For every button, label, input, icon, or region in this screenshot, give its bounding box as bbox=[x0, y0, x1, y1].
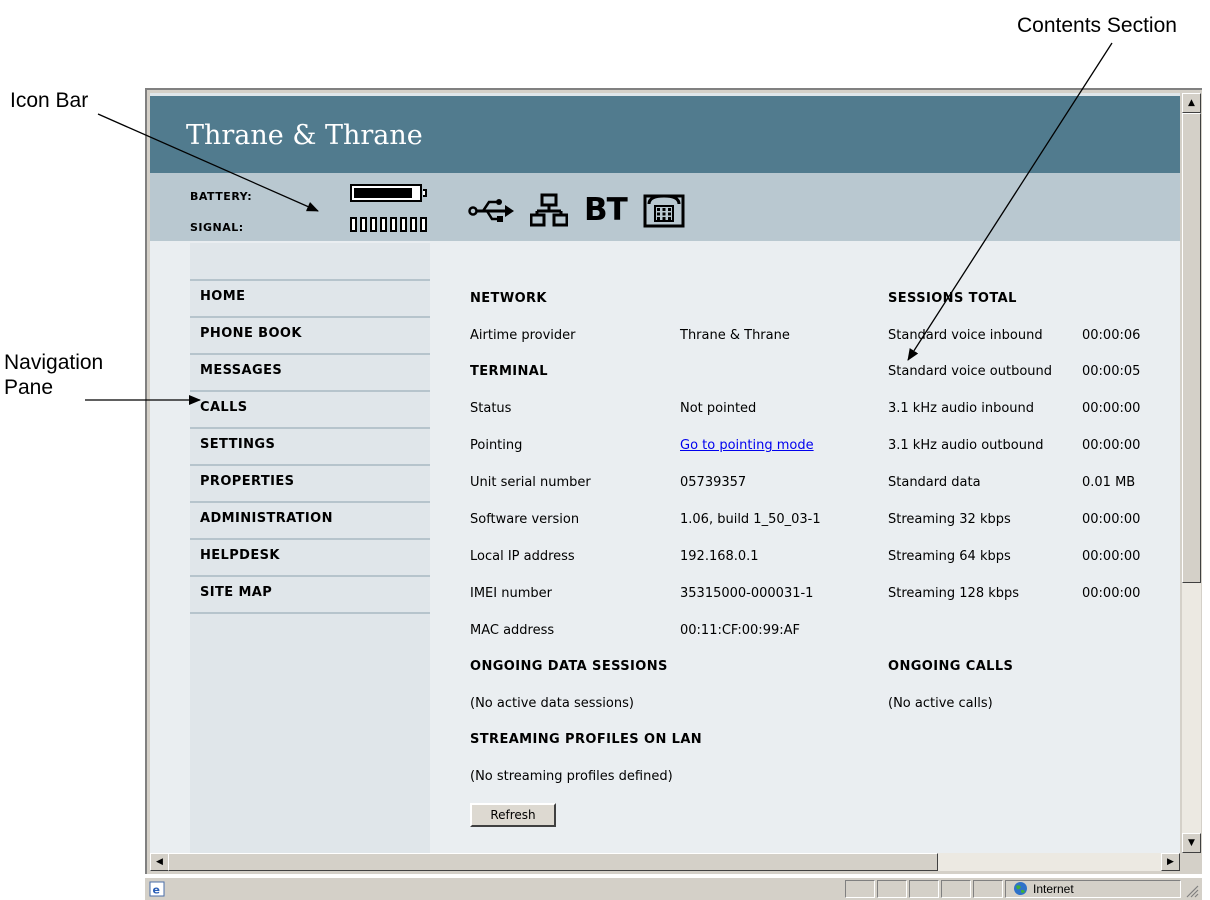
callout-arrows bbox=[85, 42, 1113, 405]
contents-section-arrow bbox=[907, 42, 1113, 361]
icon-bar-arrow bbox=[97, 113, 319, 212]
